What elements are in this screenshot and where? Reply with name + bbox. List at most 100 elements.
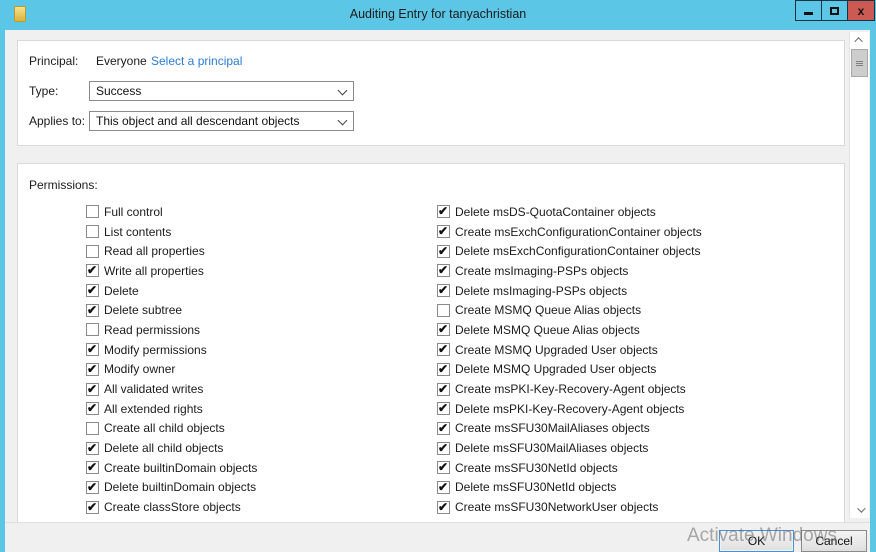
select-principal-link[interactable]: Select a principal <box>151 54 242 68</box>
permission-checkbox[interactable] <box>437 323 450 336</box>
permission-label: Create msSFU30MailAliases objects <box>455 421 650 435</box>
cancel-button[interactable]: Cancel <box>801 530 867 552</box>
permission-label: Delete msSFU30MailAliases objects <box>455 441 648 455</box>
permission-label: Create msImaging-PSPs objects <box>455 264 628 278</box>
window-controls: x <box>796 0 875 21</box>
permission-checkbox[interactable] <box>437 363 450 376</box>
permission-label: Create msSFU30NetId objects <box>455 461 618 475</box>
permission-label: Delete <box>104 284 139 298</box>
permission-row: Delete <box>86 281 257 301</box>
permission-checkbox[interactable] <box>437 383 450 396</box>
type-dropdown[interactable]: Success <box>89 81 354 101</box>
permission-checkbox[interactable] <box>437 461 450 474</box>
permission-row: Delete msSFU30NetId objects <box>437 478 702 498</box>
applies-to-dropdown-value: This object and all descendant objects <box>96 114 299 128</box>
permission-label: Delete msImaging-PSPs objects <box>455 284 627 298</box>
permission-row: Read all properties <box>86 241 257 261</box>
permission-checkbox[interactable] <box>86 284 99 297</box>
permissions-section-label: Permissions: <box>29 178 98 192</box>
maximize-button[interactable] <box>821 0 848 21</box>
permission-label: Write all properties <box>104 264 204 278</box>
ok-button[interactable]: OK <box>719 530 794 552</box>
permission-checkbox[interactable] <box>437 264 450 277</box>
permission-label: Delete msSFU30NetId objects <box>455 480 616 494</box>
permission-row: Modify permissions <box>86 340 257 360</box>
scrollbar-thumb[interactable] <box>851 49 868 77</box>
permission-checkbox[interactable] <box>437 402 450 415</box>
permission-label: Full control <box>104 205 163 219</box>
permission-label: Delete msExchConfigurationContainer obje… <box>455 244 700 258</box>
permission-checkbox[interactable] <box>86 422 99 435</box>
close-icon: x <box>858 5 865 17</box>
permission-row: Delete builtinDomain objects <box>86 478 257 498</box>
permission-label: Create MSMQ Queue Alias objects <box>455 303 641 317</box>
chevron-down-icon <box>857 504 865 512</box>
permission-checkbox[interactable] <box>437 245 450 258</box>
permission-checkbox[interactable] <box>437 343 450 356</box>
permissions-panel: Permissions: Full control List contents … <box>17 163 845 522</box>
permission-label: List contents <box>104 225 171 239</box>
titlebar: Auditing Entry for tanyachristian x <box>0 0 876 30</box>
permission-label: Create classStore objects <box>104 500 241 514</box>
permission-checkbox[interactable] <box>86 461 99 474</box>
chevron-down-icon <box>338 86 348 96</box>
permission-checkbox[interactable] <box>437 304 450 317</box>
entry-header-panel: Principal: Everyone Select a principal T… <box>17 40 845 146</box>
permission-row: Delete all child objects <box>86 438 257 458</box>
permissions-column-left: Full control List contents Read all prop… <box>86 202 257 517</box>
permission-checkbox[interactable] <box>86 481 99 494</box>
permission-checkbox[interactable] <box>437 284 450 297</box>
permission-label: All extended rights <box>104 402 203 416</box>
permission-row: Delete msExchConfigurationContainer obje… <box>437 241 702 261</box>
permission-checkbox[interactable] <box>437 225 450 238</box>
scrollable-content: Principal: Everyone Select a principal T… <box>5 30 847 522</box>
applies-to-dropdown[interactable]: This object and all descendant objects <box>89 111 354 131</box>
permission-row: Create msSFU30NetId objects <box>437 458 702 478</box>
permission-row: Delete msImaging-PSPs objects <box>437 281 702 301</box>
permission-label: Modify owner <box>104 362 175 376</box>
permission-checkbox[interactable] <box>86 383 99 396</box>
minimize-button[interactable] <box>795 0 822 21</box>
chevron-down-icon <box>338 116 348 126</box>
permission-row: Full control <box>86 202 257 222</box>
permission-checkbox[interactable] <box>86 323 99 336</box>
permission-checkbox[interactable] <box>86 501 99 514</box>
permission-label: Delete all child objects <box>104 441 223 455</box>
permission-row: Delete MSMQ Queue Alias objects <box>437 320 702 340</box>
maximize-icon <box>830 7 839 15</box>
permission-checkbox[interactable] <box>437 422 450 435</box>
permission-checkbox[interactable] <box>86 363 99 376</box>
window-title: Auditing Entry for tanyachristian <box>0 0 876 30</box>
permission-label: Delete builtinDomain objects <box>104 480 256 494</box>
permission-row: Create builtinDomain objects <box>86 458 257 478</box>
permission-checkbox[interactable] <box>86 402 99 415</box>
permission-row: List contents <box>86 222 257 242</box>
permission-label: Delete subtree <box>104 303 182 317</box>
permission-checkbox[interactable] <box>86 225 99 238</box>
permission-checkbox[interactable] <box>86 264 99 277</box>
permission-row: All validated writes <box>86 379 257 399</box>
permission-row: Delete MSMQ Upgraded User objects <box>437 360 702 380</box>
permission-row: Create all child objects <box>86 419 257 439</box>
scrollbar-grip-icon <box>856 61 863 66</box>
permission-checkbox[interactable] <box>437 501 450 514</box>
applies-to-label: Applies to: <box>29 114 85 128</box>
permission-row: Create MSMQ Upgraded User objects <box>437 340 702 360</box>
permission-row: Delete msPKI-Key-Recovery-Agent objects <box>437 399 702 419</box>
permission-checkbox[interactable] <box>437 205 450 218</box>
permission-checkbox[interactable] <box>86 304 99 317</box>
permission-checkbox[interactable] <box>86 245 99 258</box>
permission-checkbox[interactable] <box>86 442 99 455</box>
permission-checkbox[interactable] <box>86 205 99 218</box>
minimize-icon <box>804 12 813 15</box>
vertical-scrollbar[interactable] <box>849 32 869 518</box>
close-button[interactable]: x <box>847 0 875 21</box>
permission-checkbox[interactable] <box>86 343 99 356</box>
permission-checkbox[interactable] <box>437 442 450 455</box>
permission-label: Create msExchConfigurationContainer obje… <box>455 225 702 239</box>
permission-row: Read permissions <box>86 320 257 340</box>
type-dropdown-value: Success <box>96 84 141 98</box>
scroll-up-button[interactable] <box>850 32 869 48</box>
scroll-down-button[interactable] <box>850 502 869 518</box>
permission-checkbox[interactable] <box>437 481 450 494</box>
